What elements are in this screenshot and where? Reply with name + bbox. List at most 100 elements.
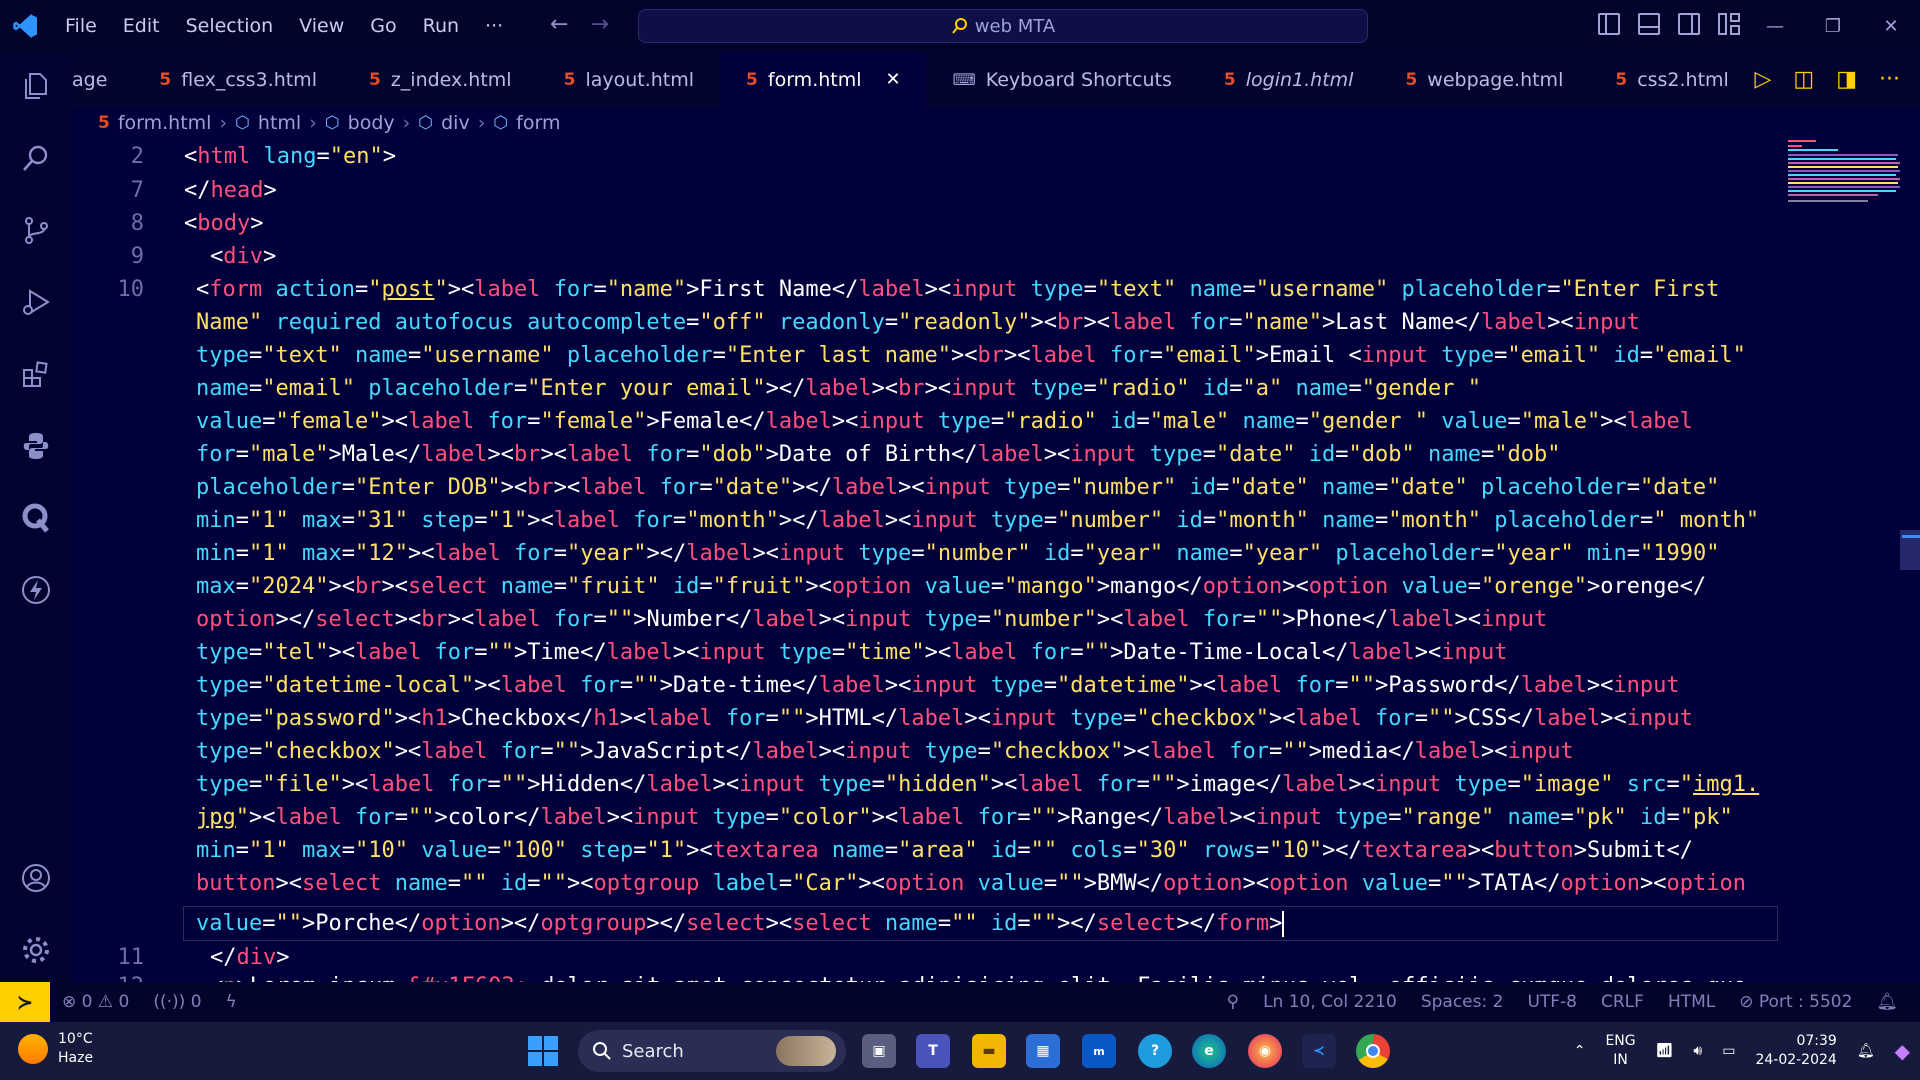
notifications-bell-icon[interactable]: 🔔︎	[1864, 992, 1910, 1012]
help-app-icon[interactable]: ?	[1138, 1034, 1172, 1068]
search-icon[interactable]	[18, 140, 54, 176]
notification-icon[interactable]: 🔔︎	[1847, 1042, 1885, 1061]
breadcrumb-div[interactable]: div	[441, 112, 470, 134]
edge-browser-icon[interactable]: e	[1192, 1034, 1226, 1068]
thunder-client-icon[interactable]	[18, 572, 54, 608]
microsoft-store-icon[interactable]: ▦	[1026, 1034, 1060, 1068]
menu-run[interactable]: Run	[410, 0, 472, 52]
breadcrumb-body[interactable]: body	[348, 112, 395, 134]
line-number: 7	[130, 178, 144, 203]
battery-icon[interactable]: ▭	[1712, 1042, 1745, 1061]
customize-layout-icon[interactable]	[1718, 13, 1740, 35]
cursor-position[interactable]: Ln 10, Col 2210	[1251, 992, 1409, 1012]
breadcrumb-html[interactable]: html	[258, 112, 301, 134]
code-line: <p>Lorem ipsum &#x1F603; dolor sit amet …	[210, 970, 1746, 982]
taskbar-search[interactable]: Search	[578, 1030, 846, 1072]
chrome-icon[interactable]	[1356, 1034, 1390, 1068]
code-line: min="1" max="12"><label for="year"></lab…	[196, 541, 1720, 566]
volume-icon[interactable]: 🔊︎	[1683, 1042, 1712, 1061]
menu-go[interactable]: Go	[357, 0, 409, 52]
tab-keyboard-shortcuts[interactable]: ⌨ Keyboard Shortcuts	[927, 52, 1198, 107]
tab-partial[interactable]: age	[72, 52, 133, 107]
line-number: 10	[117, 277, 145, 302]
html-file-icon: 5	[98, 113, 110, 133]
problems-indicator[interactable]: ⊗ 0 ⚠ 0	[50, 992, 141, 1012]
split-editor-icon[interactable]: ◨	[1836, 67, 1857, 92]
tab-flex-css3[interactable]: 5 flex_css3.html	[133, 52, 343, 107]
input-language[interactable]: ENG IN	[1595, 1032, 1645, 1070]
code-line: value="female"><label for="female">Femal…	[196, 409, 1693, 434]
command-center-label: web MTA	[974, 15, 1056, 37]
more-actions-icon[interactable]: ···	[1879, 67, 1900, 92]
teams-icon[interactable]: T	[916, 1034, 950, 1068]
back-arrow-icon[interactable]: ←	[550, 12, 568, 37]
ports-indicator[interactable]: ((·)) 0	[141, 992, 213, 1012]
code-line: min="1" max="10" value="100" step="1"><t…	[196, 838, 1693, 863]
encoding[interactable]: UTF-8	[1515, 992, 1589, 1012]
windows-start-icon[interactable]	[528, 1036, 558, 1066]
tab-layout[interactable]: 5 layout.html	[538, 52, 720, 107]
command-center-search[interactable]: web MTA	[638, 9, 1368, 43]
minimize-button[interactable]: —	[1746, 0, 1804, 52]
code-line: <div>	[210, 244, 277, 269]
explorer-icon[interactable]	[18, 68, 54, 104]
source-control-icon[interactable]	[18, 212, 54, 248]
quokka-icon[interactable]	[18, 500, 54, 536]
menu-edit[interactable]: Edit	[110, 0, 173, 52]
toggle-secondary-sidebar-icon[interactable]	[1678, 13, 1700, 35]
extensions-icon[interactable]	[18, 356, 54, 392]
firefox-icon[interactable]: ◉	[1248, 1034, 1282, 1068]
element-icon: ⬡	[235, 113, 250, 133]
remote-indicator-icon[interactable]: ≻	[0, 982, 50, 1022]
minimap[interactable]	[1786, 140, 1900, 210]
title-bar: File Edit Selection View Go Run ··· ← → …	[0, 0, 1920, 52]
run-debug-icon[interactable]	[18, 284, 54, 320]
python-icon[interactable]	[18, 428, 54, 464]
toggle-primary-sidebar-icon[interactable]	[1598, 13, 1620, 35]
close-window-button[interactable]: ✕	[1862, 0, 1920, 52]
settings-gear-icon[interactable]	[18, 932, 54, 968]
zoom-search-icon[interactable]: ⚲	[1215, 992, 1251, 1012]
mytp-app-icon[interactable]: m	[1082, 1034, 1116, 1068]
tab-login1[interactable]: 5 login1.html	[1198, 52, 1380, 107]
wifi-icon[interactable]: 📶︎	[1646, 1042, 1684, 1061]
code-editor[interactable]: 2 <html lang="en"> 7 </head> 8 <body> 9 <div…	[72, 140, 1782, 982]
breadcrumb-form[interactable]: form	[516, 112, 560, 134]
breadcrumb-file[interactable]: form.html	[118, 112, 212, 134]
tab-z-index[interactable]: 5 z_index.html	[343, 52, 538, 107]
error-icon: ⊗	[62, 992, 77, 1012]
open-preview-icon[interactable]: ◫	[1793, 67, 1814, 92]
vscode-taskbar-icon[interactable]: ≺	[1302, 1034, 1336, 1068]
run-icon[interactable]: ▷	[1755, 67, 1772, 92]
show-hidden-icons[interactable]: ⌃	[1564, 1042, 1596, 1061]
forward-arrow-icon[interactable]: →	[590, 12, 608, 37]
text-cursor	[1282, 911, 1285, 937]
code-line: <body>	[184, 211, 264, 236]
end-of-line[interactable]: CRLF	[1589, 992, 1656, 1012]
toggle-panel-icon[interactable]	[1638, 13, 1660, 35]
keyboard-icon: ⌨	[952, 70, 976, 89]
element-icon: ⬡	[324, 113, 340, 133]
language-mode[interactable]: HTML	[1656, 992, 1727, 1012]
tab-css2[interactable]: 5 css2.html	[1589, 52, 1755, 107]
code-line: value="">Porche</option></optgroup></sel…	[196, 911, 1285, 937]
lightning-icon[interactable]: ϟ	[214, 992, 249, 1012]
close-tab-icon[interactable]: ✕	[886, 69, 901, 90]
indentation[interactable]: Spaces: 2	[1409, 992, 1516, 1012]
code-line: type="datetime-local"><label for="">Date…	[196, 673, 1680, 698]
accounts-icon[interactable]	[18, 860, 54, 896]
tab-webpage[interactable]: 5 webpage.html	[1379, 52, 1589, 107]
live-server-port[interactable]: ⊘ Port : 5502	[1727, 992, 1864, 1012]
weather-widget[interactable]: 10°C Haze	[18, 1030, 93, 1068]
menu-file[interactable]: File	[52, 0, 110, 52]
menu-view[interactable]: View	[286, 0, 357, 52]
copilot-icon[interactable]: ◆	[1885, 1041, 1920, 1061]
task-view-icon[interactable]: ▣	[862, 1034, 896, 1068]
code-line: <html lang="en">	[184, 144, 396, 169]
menu-more[interactable]: ···	[472, 0, 516, 52]
tab-form[interactable]: 5 form.html ✕	[720, 52, 927, 107]
menu-selection[interactable]: Selection	[173, 0, 287, 52]
clock[interactable]: 07:39 24-02-2024	[1745, 1032, 1846, 1070]
file-explorer-icon[interactable]: ▬	[972, 1034, 1006, 1068]
maximize-button[interactable]: ❐	[1804, 0, 1862, 52]
